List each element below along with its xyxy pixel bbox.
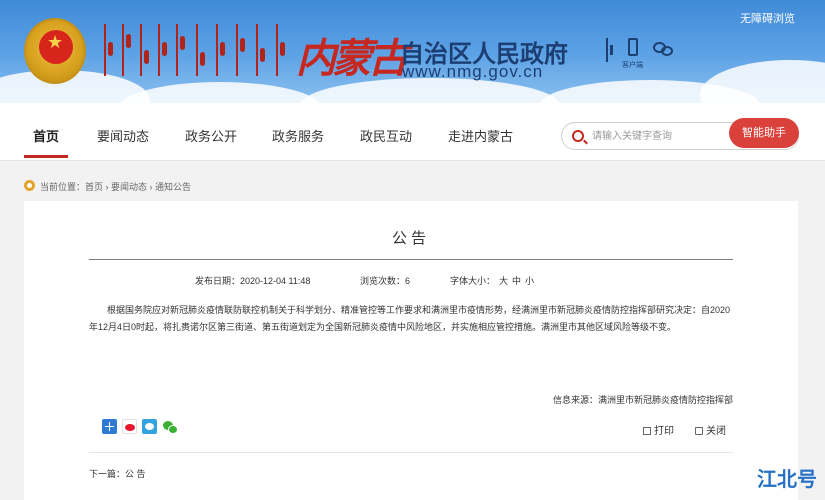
next-article-link[interactable]: 公 告 [125, 469, 146, 479]
view-count: 浏览次数：6 [360, 276, 411, 286]
accessibility-link[interactable]: 无障碍浏览 [740, 10, 795, 26]
font-size-small[interactable]: 小 [525, 276, 534, 286]
nav-item-news[interactable]: 要闻动态 [97, 126, 149, 145]
nav-item-about-inner-mongolia[interactable]: 走进内蒙古 [448, 126, 513, 145]
footer-divider [89, 452, 733, 453]
wechat-icon[interactable] [653, 42, 675, 58]
qq-icon[interactable] [142, 419, 157, 434]
watermark: 江北号 [757, 469, 817, 491]
national-emblem-icon: ★ [24, 18, 86, 84]
font-size-large[interactable]: 大 [499, 276, 508, 286]
cloud-decoration [700, 60, 825, 103]
article-title: 公告 [391, 230, 430, 247]
mongolian-script-logo [100, 24, 290, 84]
search-icon[interactable] [572, 130, 584, 142]
breadcrumb-news[interactable]: 要闻动态 [111, 182, 147, 192]
next-label: 下一篇： [89, 469, 126, 479]
print-button[interactable]: 打印 [643, 422, 674, 437]
article-body: 根据国务院应对新冠肺炎疫情联防联控机制关于科学划分、精准管控等工作要求和满洲里市… [89, 305, 731, 332]
close-icon [695, 427, 703, 435]
font-size-label: 字体大小： [450, 276, 496, 286]
main-nav: 首页 要闻动态 政务公开 政务服务 政民互动 走进内蒙古 [0, 103, 825, 161]
breadcrumb-home[interactable]: 首页 [85, 182, 103, 192]
font-size-control: 字体大小：大中小 [450, 274, 534, 287]
search-input[interactable] [592, 127, 732, 145]
mongolian-version-icon[interactable] [604, 38, 614, 62]
mobile-client-icon[interactable] [628, 38, 638, 56]
header-banner: ★ 内蒙古 自治区人民政府 www.nmg.gov.cn 客户端 无障碍浏览 [0, 0, 825, 103]
title-divider [89, 259, 733, 260]
breadcrumb-prefix: 当前位置： [40, 182, 86, 192]
wechat-share-icon[interactable] [162, 419, 178, 434]
site-url: www.nmg.gov.cn [402, 62, 544, 81]
location-icon [24, 180, 35, 191]
weibo-icon[interactable] [122, 419, 137, 434]
font-size-medium[interactable]: 中 [512, 276, 521, 286]
nav-item-home[interactable]: 首页 [33, 126, 59, 145]
inner-mongolia-calligraphy: 内蒙古 [296, 35, 408, 82]
nav-item-government-services[interactable]: 政务服务 [272, 126, 324, 145]
smart-assistant-button[interactable]: 智能助手 [729, 118, 799, 148]
nav-item-government-affairs[interactable]: 政务公开 [185, 126, 237, 145]
breadcrumb-separator: › [103, 182, 112, 192]
cloud-decoration [120, 82, 320, 103]
close-button[interactable]: 关闭 [695, 422, 726, 437]
nav-item-interaction[interactable]: 政民互动 [360, 126, 412, 145]
next-article: 下一篇：公 告 [89, 467, 146, 480]
print-icon [643, 427, 651, 435]
info-source: 信息来源：满洲里市新冠肺炎疫情防控指挥部 [552, 395, 733, 405]
client-label[interactable]: 客户端 [622, 60, 643, 70]
publish-date: 发布日期：2020-12-04 11:48 [195, 276, 311, 286]
article-card: 公告 发布日期：2020-12-04 11:48 浏览次数：6 字体大小：大中小… [24, 201, 798, 500]
breadcrumb-notices[interactable]: 通知公告 [155, 182, 191, 192]
breadcrumb-separator: › [147, 182, 156, 192]
active-tab-indicator [24, 155, 68, 158]
share-plus-icon[interactable] [102, 419, 117, 434]
